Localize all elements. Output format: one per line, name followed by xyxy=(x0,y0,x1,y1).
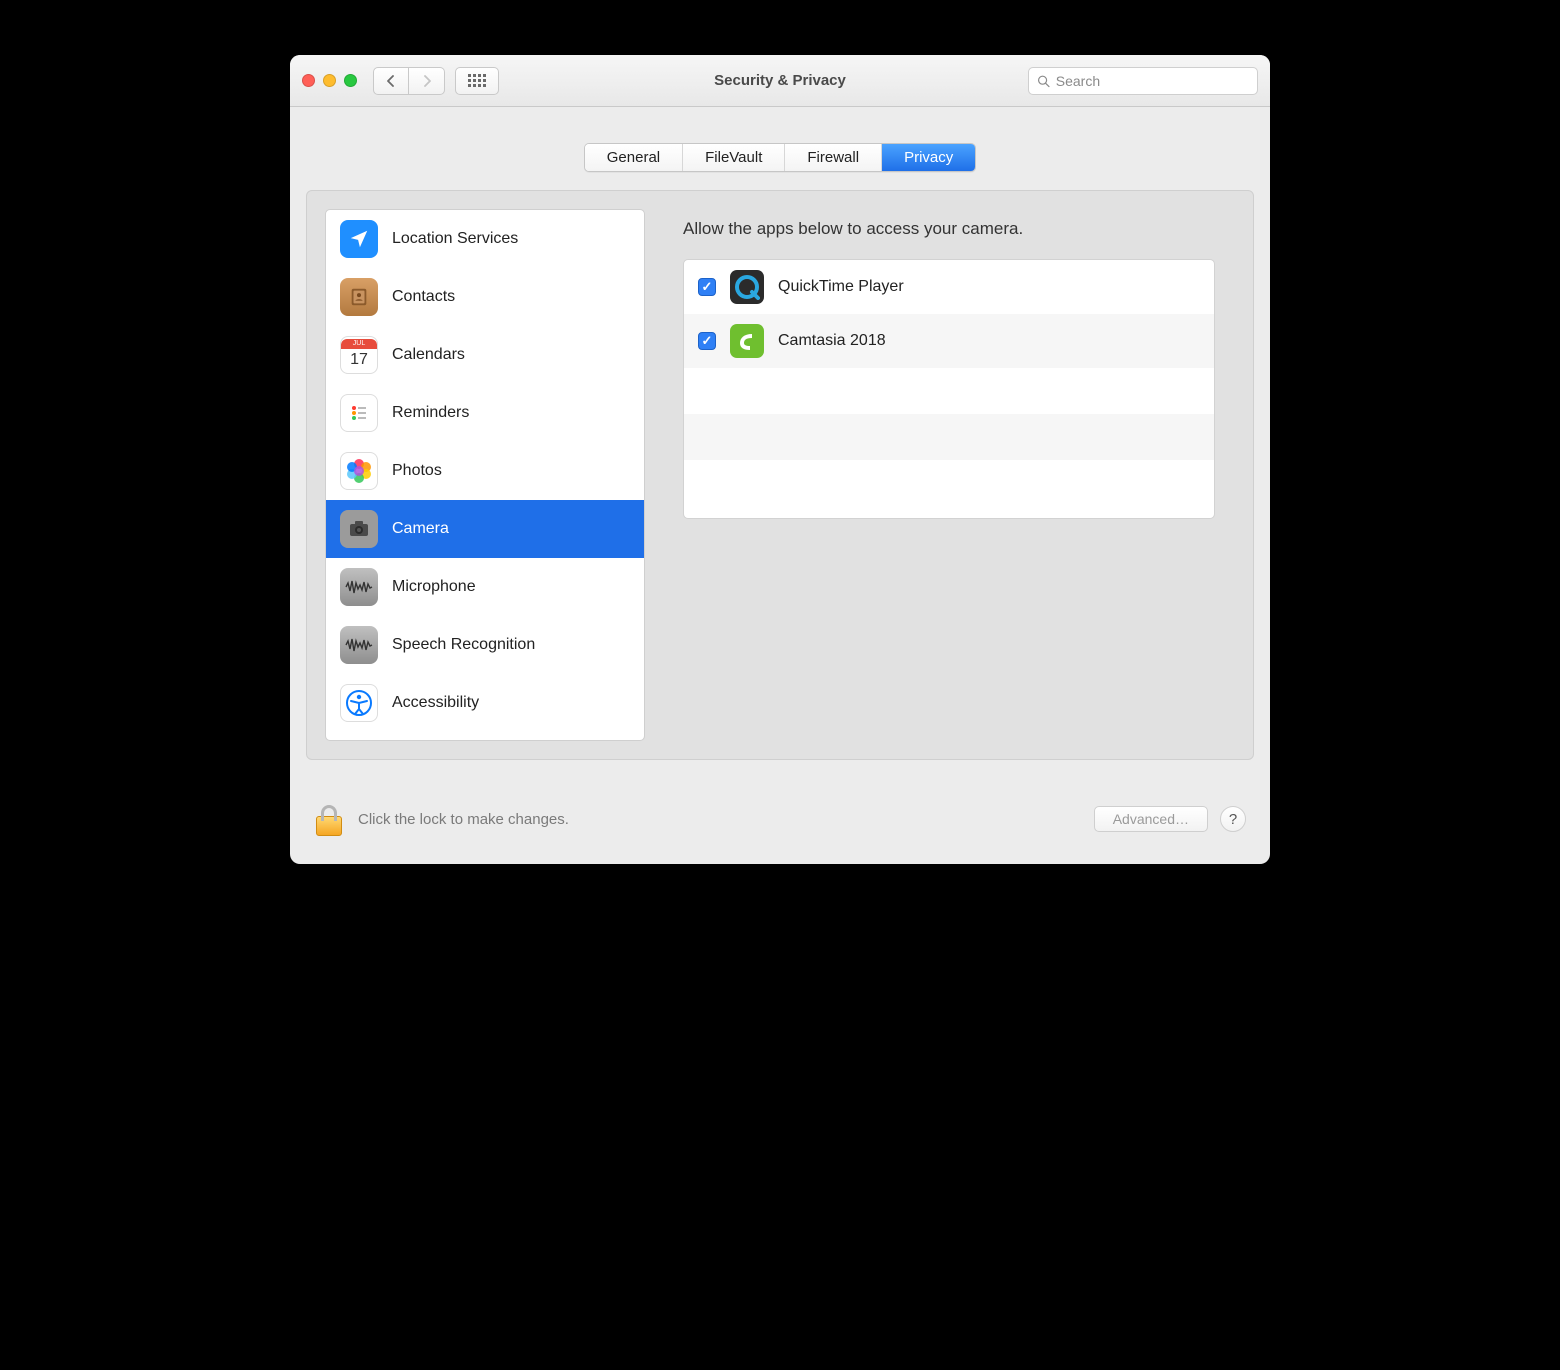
microphone-icon xyxy=(340,568,378,606)
sidebar-item-calendars[interactable]: JUL 17 Calendars xyxy=(326,326,644,384)
help-button[interactable]: ? xyxy=(1220,806,1246,832)
minimize-window-button[interactable] xyxy=(323,74,336,87)
app-name: QuickTime Player xyxy=(778,278,904,296)
tabs-row: General FileVault Firewall Privacy xyxy=(290,107,1270,190)
panel: Location Services Contacts JUL 17 Calend… xyxy=(306,190,1254,760)
lock-icon xyxy=(316,816,342,836)
sidebar-item-label: Camera xyxy=(392,520,449,538)
sidebar-item-location-services[interactable]: Location Services xyxy=(326,210,644,268)
sidebar-item-label: Speech Recognition xyxy=(392,636,535,654)
tabs: General FileVault Firewall Privacy xyxy=(584,143,977,172)
reminders-icon xyxy=(340,394,378,432)
search-wrap xyxy=(1028,67,1258,95)
tab-general[interactable]: General xyxy=(585,144,683,171)
sidebar-item-reminders[interactable]: Reminders xyxy=(326,384,644,442)
sidebar-item-label: Photos xyxy=(392,462,442,480)
sidebar-item-label: Location Services xyxy=(392,230,518,248)
search-input[interactable] xyxy=(1056,73,1249,89)
camera-icon xyxy=(340,510,378,548)
pane-heading: Allow the apps below to access your came… xyxy=(663,209,1235,259)
forward-button[interactable] xyxy=(409,67,445,95)
quicktime-icon xyxy=(730,270,764,304)
sidebar-item-contacts[interactable]: Contacts xyxy=(326,268,644,326)
chevron-left-icon xyxy=(386,75,396,87)
content: General FileVault Firewall Privacy Locat… xyxy=(290,107,1270,780)
nav-buttons xyxy=(373,67,445,95)
main-pane: Allow the apps below to access your came… xyxy=(663,209,1235,741)
sidebar-item-label: Calendars xyxy=(392,346,465,364)
sidebar-item-label: Microphone xyxy=(392,578,476,596)
traffic-lights xyxy=(302,74,357,87)
speech-icon xyxy=(340,626,378,664)
app-row-quicktime: ✓ QuickTime Player xyxy=(684,260,1214,314)
app-row-camtasia: ✓ Camtasia 2018 xyxy=(684,314,1214,368)
tab-privacy[interactable]: Privacy xyxy=(882,144,975,171)
tab-filevault[interactable]: FileVault xyxy=(683,144,785,171)
location-icon xyxy=(340,220,378,258)
advanced-button[interactable]: Advanced… xyxy=(1094,806,1208,832)
lock-button[interactable] xyxy=(314,802,344,836)
sidebar-item-camera[interactable]: Camera xyxy=(326,500,644,558)
footer: Click the lock to make changes. Advanced… xyxy=(290,780,1270,864)
accessibility-icon xyxy=(340,684,378,722)
checkbox-camtasia[interactable]: ✓ xyxy=(698,332,716,350)
app-row-empty xyxy=(684,460,1214,506)
calendar-day: 17 xyxy=(350,349,368,371)
sidebar-item-speech-recognition[interactable]: Speech Recognition xyxy=(326,616,644,674)
titlebar: Security & Privacy xyxy=(290,55,1270,107)
preferences-window: Security & Privacy General FileVault Fir… xyxy=(290,55,1270,864)
grid-icon xyxy=(468,74,486,87)
close-window-button[interactable] xyxy=(302,74,315,87)
show-all-button[interactable] xyxy=(455,67,499,95)
checkbox-quicktime[interactable]: ✓ xyxy=(698,278,716,296)
sidebar-item-label: Reminders xyxy=(392,404,469,422)
sidebar-item-microphone[interactable]: Microphone xyxy=(326,558,644,616)
sidebar-item-label: Accessibility xyxy=(392,694,479,712)
search-icon xyxy=(1037,74,1050,88)
app-row-empty xyxy=(684,368,1214,414)
privacy-category-list[interactable]: Location Services Contacts JUL 17 Calend… xyxy=(325,209,645,741)
back-button[interactable] xyxy=(373,67,409,95)
tab-firewall[interactable]: Firewall xyxy=(785,144,882,171)
zoom-window-button[interactable] xyxy=(344,74,357,87)
sidebar-item-label: Contacts xyxy=(392,288,455,306)
sidebar-item-accessibility[interactable]: Accessibility xyxy=(326,674,644,732)
app-name: Camtasia 2018 xyxy=(778,332,886,350)
lock-text: Click the lock to make changes. xyxy=(358,811,569,828)
app-row-empty xyxy=(684,414,1214,460)
sidebar-item-photos[interactable]: Photos xyxy=(326,442,644,500)
contacts-icon xyxy=(340,278,378,316)
photos-icon xyxy=(340,452,378,490)
camtasia-icon xyxy=(730,324,764,358)
calendar-icon: JUL 17 xyxy=(340,336,378,374)
chevron-right-icon xyxy=(422,75,432,87)
app-access-list: ✓ QuickTime Player ✓ Camtasia 2018 xyxy=(683,259,1215,519)
search-field[interactable] xyxy=(1028,67,1258,95)
calendar-month: JUL xyxy=(341,339,377,349)
